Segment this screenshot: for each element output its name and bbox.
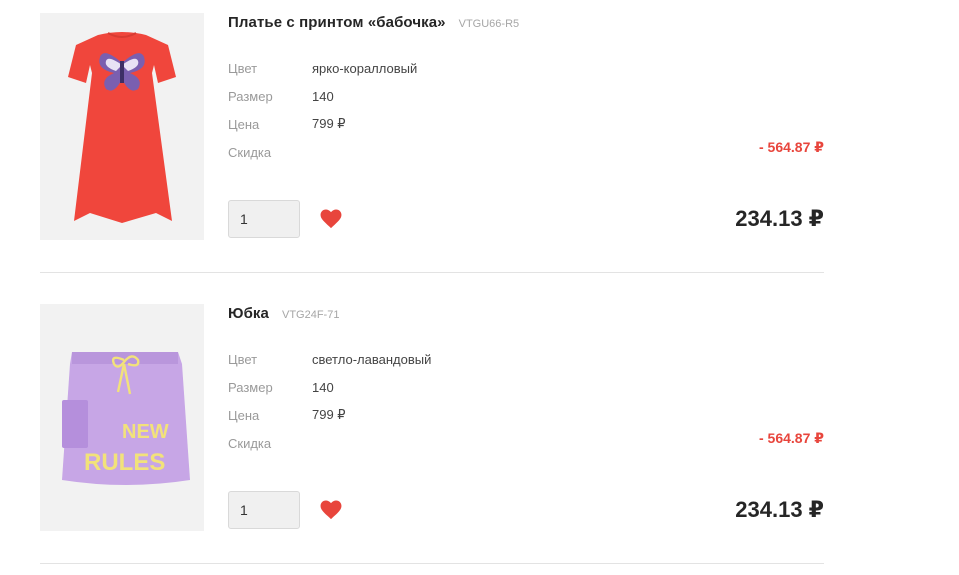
property-discount: Скидка (228, 429, 431, 457)
property-label: Скидка (228, 435, 272, 451)
property-price: Цена 799 ₽ (228, 401, 431, 429)
product-properties: Цвет светло-лавандовый Размер 140 Цена 7… (228, 345, 431, 457)
item-total: 234.13 ₽ (735, 497, 824, 522)
product-properties: Цвет ярко-коралловый Размер 140 Цена 799… (228, 54, 417, 166)
discount-amount: - 564.87 ₽ (758, 430, 824, 446)
property-value: 140 (312, 88, 334, 104)
property-label: Размер (228, 379, 273, 395)
heart-icon[interactable] (320, 209, 342, 229)
product-sku: VTG24F-71 (281, 309, 340, 321)
property-value: светло-лавандовый (312, 351, 432, 367)
cart-item: NEW RULES Юбка VTG24F-71 Цвет светло-лав… (40, 304, 824, 564)
property-color: Цвет светло-лавандовый (228, 345, 431, 373)
divider (40, 272, 824, 273)
property-label: Размер (228, 88, 273, 104)
property-label: Цвет (228, 351, 258, 367)
product-title-row: Юбка VTG24F-71 (228, 305, 339, 322)
quantity-input[interactable]: 1 (228, 491, 300, 529)
property-label: Цена (228, 116, 260, 132)
property-price: Цена 799 ₽ (228, 110, 417, 138)
cart-item: Платье с принтом «бабочка» VTGU66-R5 Цве… (40, 13, 824, 273)
property-value: 799 ₽ (312, 407, 346, 422)
property-value: 799 ₽ (312, 116, 346, 131)
heart-icon[interactable] (320, 500, 342, 520)
property-value: 140 (312, 379, 334, 395)
product-image-skirt[interactable]: NEW RULES (40, 304, 204, 531)
property-value: ярко-коралловый (312, 60, 418, 76)
property-color: Цвет ярко-коралловый (228, 54, 417, 82)
property-label: Цвет (228, 60, 258, 76)
product-title-row: Платье с принтом «бабочка» VTGU66-R5 (228, 14, 519, 31)
property-label: Скидка (228, 144, 272, 160)
product-title[interactable]: Платье с принтом «бабочка» (228, 14, 446, 31)
divider (40, 563, 824, 564)
item-total: 234.13 ₽ (735, 206, 824, 231)
quantity-input[interactable]: 1 (228, 200, 300, 238)
product-title[interactable]: Юбка (228, 305, 269, 322)
product-sku: VTGU66-R5 (458, 18, 520, 30)
product-image-dress[interactable] (40, 13, 204, 240)
property-size: Размер 140 (228, 373, 431, 401)
property-label: Цена (228, 407, 260, 423)
property-discount: Скидка (228, 138, 417, 166)
print-text-rules: RULES (84, 449, 165, 476)
property-size: Размер 140 (228, 82, 417, 110)
discount-amount: - 564.87 ₽ (758, 139, 824, 155)
print-text-new: NEW (122, 421, 169, 443)
